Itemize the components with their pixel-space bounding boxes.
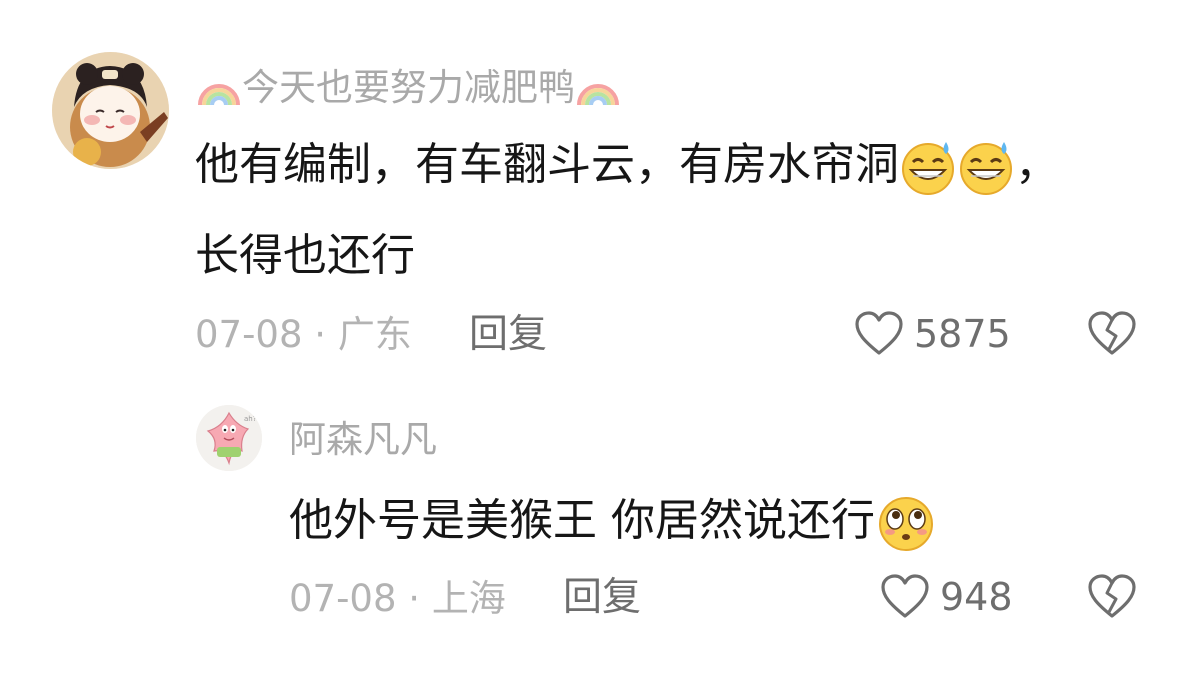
username[interactable]: 阿森凡凡: [289, 421, 437, 458]
avatar[interactable]: ah?: [196, 405, 262, 471]
comment-location: 上海: [431, 577, 506, 620]
comment-meta: 07-08 · 上海: [289, 580, 506, 617]
dislike-button[interactable]: [1087, 574, 1137, 620]
reply-button[interactable]: 回复: [563, 578, 641, 617]
like-button[interactable]: 948: [880, 572, 1013, 622]
heart-icon: [881, 574, 929, 618]
like-count: 948: [940, 575, 1013, 619]
comment-date: 07-08: [289, 577, 397, 620]
broken-heart-icon: [1088, 574, 1136, 618]
reply-comment-item: ah? 阿森凡凡 他外号是美猴王 你居然说还行 07-08 · 上海 回复 94…: [0, 0, 1200, 685]
meta-separator: ·: [408, 577, 421, 620]
svg-text:ah?: ah?: [244, 415, 257, 423]
comment-text: 他外号是美猴王 你居然说还行: [289, 494, 937, 552]
patrick-star-avatar-icon: ah?: [196, 405, 262, 471]
flushed-emoji-icon: [879, 497, 933, 551]
comment-text-line: 他外号是美猴王 你居然说还行: [289, 495, 875, 546]
